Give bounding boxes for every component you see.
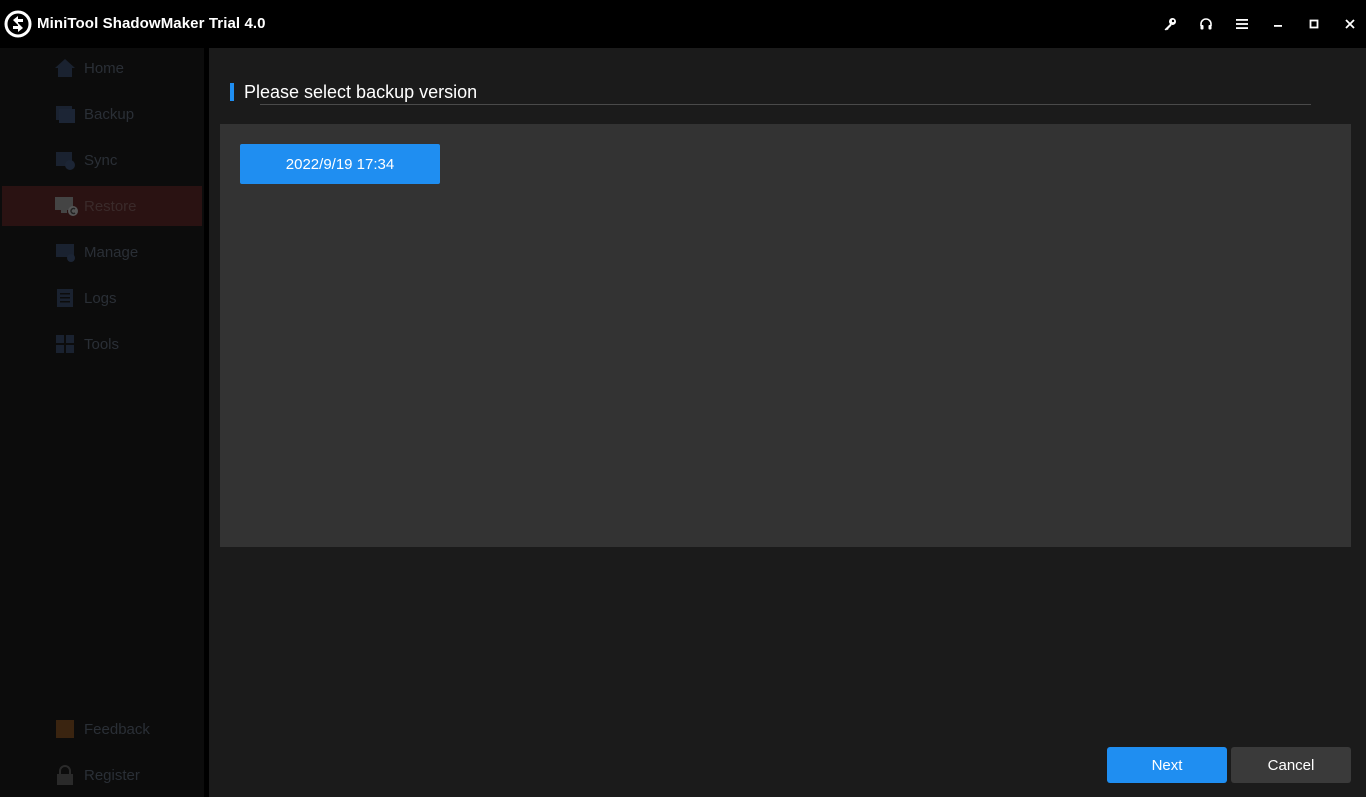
sidebar-item-label: Manage <box>84 244 139 261</box>
sidebar-item-manage[interactable]: Manage <box>2 232 202 272</box>
restore-dialog: Please select backup version 2022/9/19 1… <box>209 48 1366 797</box>
tools-icon <box>54 333 78 355</box>
restore-icon <box>54 195 78 217</box>
sync-icon <box>54 149 78 171</box>
app-title: MiniTool ShadowMaker Trial 4.0 <box>37 15 266 32</box>
maximize-icon[interactable] <box>1302 12 1326 36</box>
sidebar-item-restore[interactable]: Restore <box>2 186 202 226</box>
home-icon <box>54 57 78 79</box>
cancel-button[interactable]: Cancel <box>1231 747 1351 783</box>
backup-icon <box>54 103 78 125</box>
sidebar-item-backup[interactable]: Backup <box>2 94 202 134</box>
backup-version-button[interactable]: 2022/9/19 17:34 <box>240 144 440 184</box>
sidebar-item-label: Logs <box>84 290 117 307</box>
sidebar-item-label: Restore <box>84 198 137 215</box>
sidebar-item-label: Tools <box>84 336 120 353</box>
app-window: MiniTool ShadowMaker Trial 4.0 Home Back… <box>0 0 1366 797</box>
sidebar-item-register[interactable]: Register <box>2 755 202 795</box>
sidebar-item-label: Feedback <box>84 721 150 738</box>
backup-versions-panel: 2022/9/19 17:34 <box>220 124 1351 547</box>
sidebar-item-label: Register <box>84 767 140 784</box>
section-title: Please select backup version <box>244 82 478 102</box>
section-divider <box>260 104 1311 105</box>
minitool-logo-icon <box>4 10 32 38</box>
sidebar-item-tools[interactable]: Tools <box>2 324 202 364</box>
sidebar-item-label: Backup <box>84 106 135 123</box>
title-bar: MiniTool ShadowMaker Trial 4.0 <box>0 0 1366 48</box>
sidebar-item-label: Home <box>84 60 125 77</box>
sidebar-item-feedback[interactable]: Feedback <box>2 709 202 749</box>
sidebar-item-home[interactable]: Home <box>2 48 202 88</box>
close-icon[interactable] <box>1338 12 1362 36</box>
sidebar-item-logs[interactable]: Logs <box>2 278 202 318</box>
sidebar-item-sync[interactable]: Sync <box>2 140 202 180</box>
manage-icon <box>54 241 78 263</box>
key-icon[interactable] <box>1158 12 1182 36</box>
hamburger-menu-icon[interactable] <box>1230 12 1254 36</box>
logs-icon <box>54 287 78 309</box>
headset-icon[interactable] <box>1194 12 1218 36</box>
lock-icon <box>54 764 78 786</box>
sidebar: Home Backup Sync Restore Manage Logs Too… <box>0 48 204 797</box>
section-accent-bar <box>230 83 234 101</box>
sidebar-item-label: Sync <box>84 152 118 169</box>
feedback-icon <box>54 718 78 740</box>
next-button[interactable]: Next <box>1107 747 1227 783</box>
minimize-icon[interactable] <box>1266 12 1290 36</box>
